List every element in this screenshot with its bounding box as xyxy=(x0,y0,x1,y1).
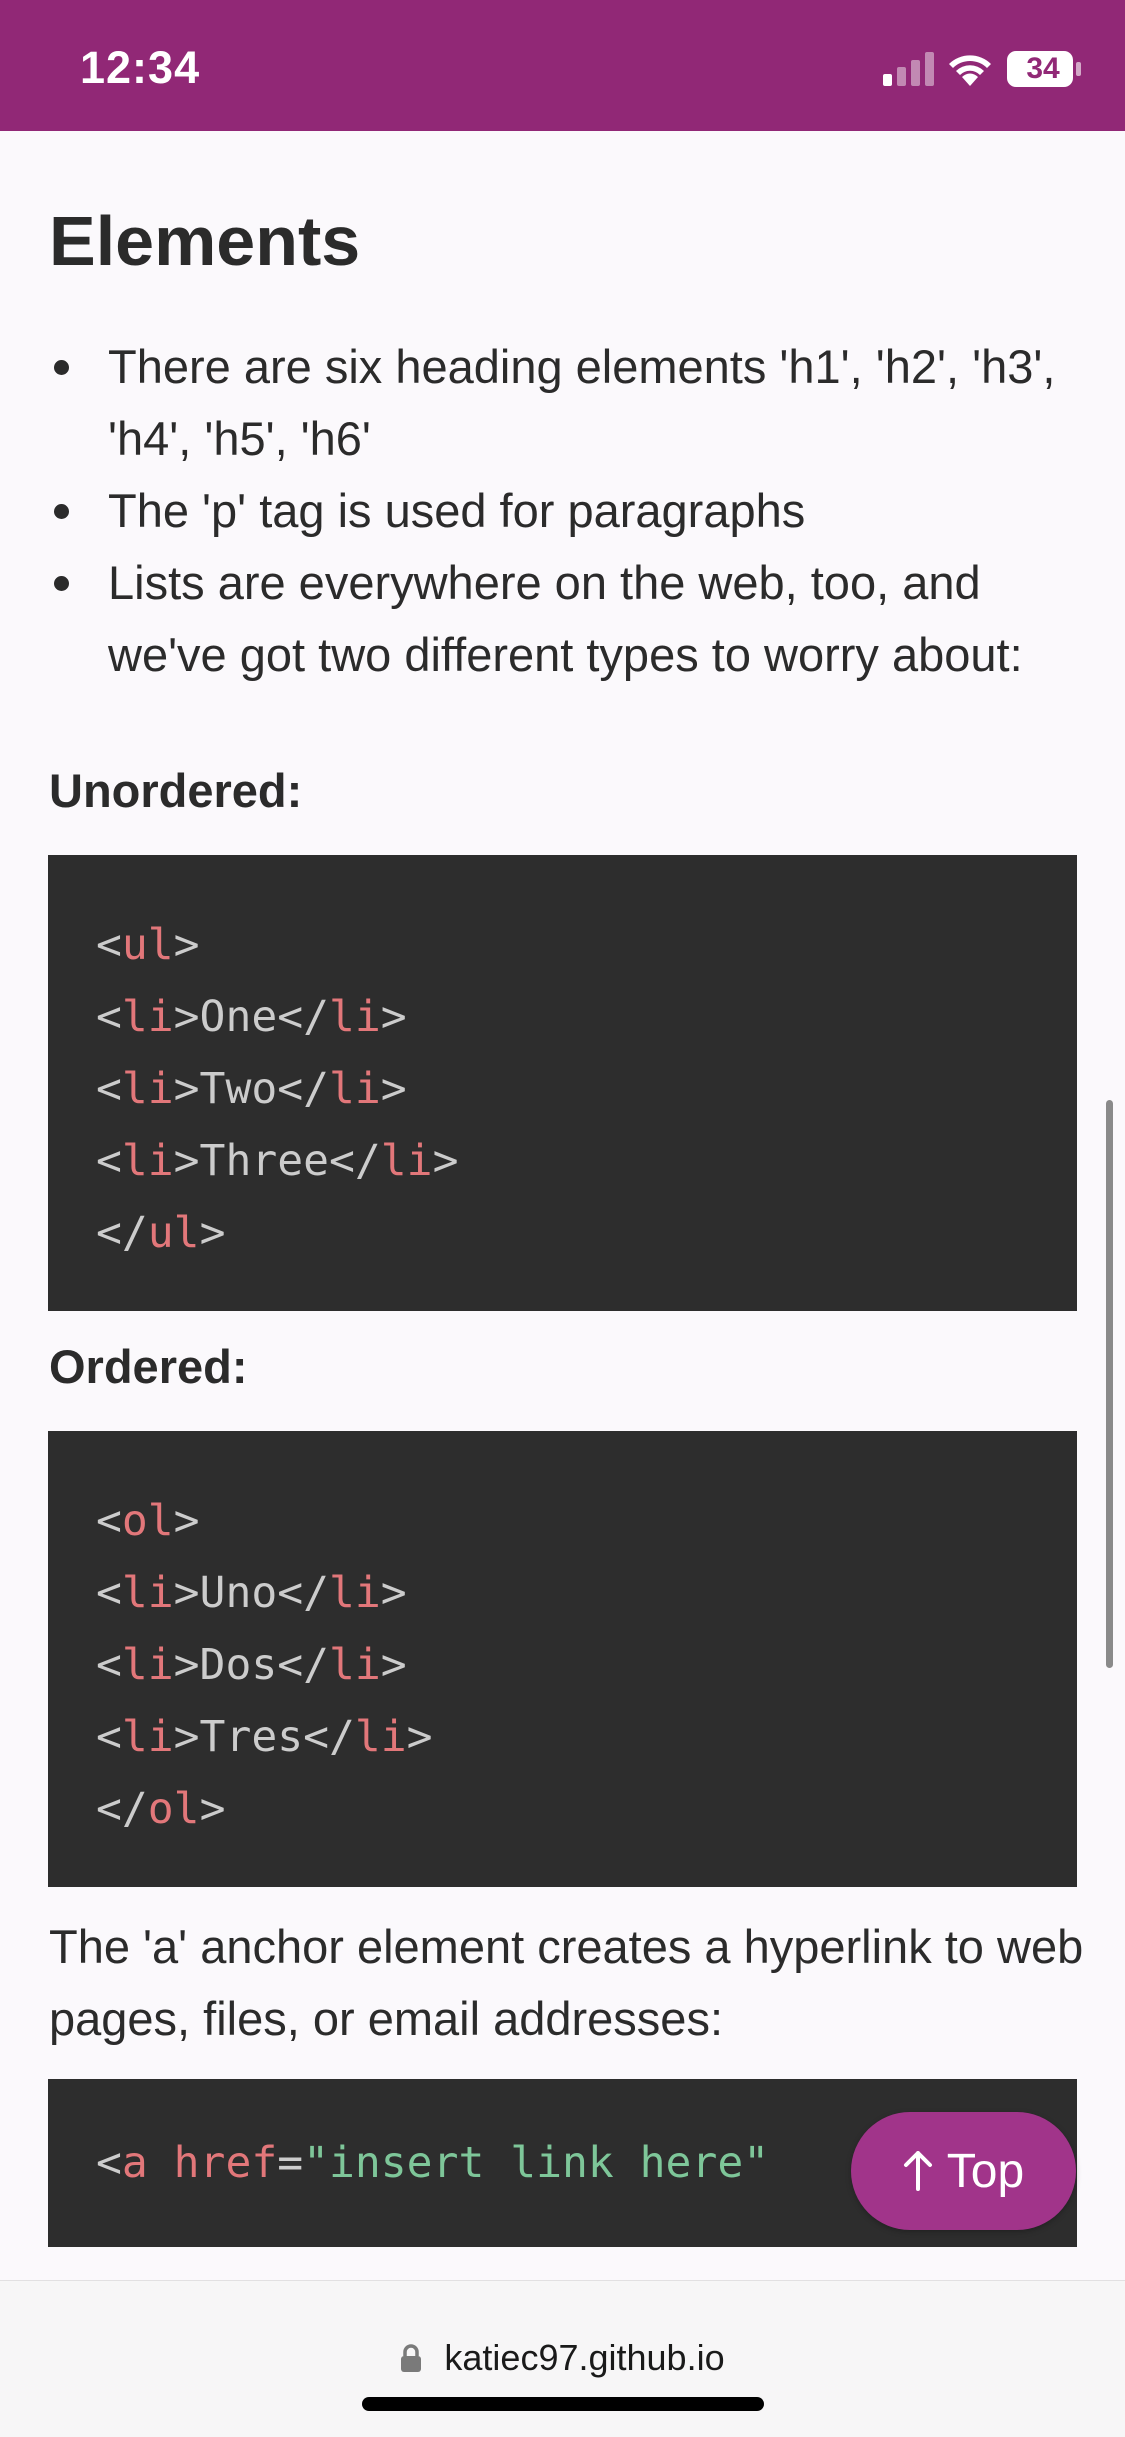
code-line: <ul> xyxy=(96,920,200,970)
signal-icon xyxy=(883,52,934,86)
unordered-code-block: <ul> <li>One</li> <li>Two</li> <li>Three… xyxy=(48,855,1077,1311)
wifi-icon xyxy=(949,55,991,86)
scrollbar-thumb[interactable] xyxy=(1106,1100,1113,1668)
address-bar[interactable]: katiec97.github.io xyxy=(0,2337,1125,2379)
url-text: katiec97.github.io xyxy=(444,2337,725,2378)
unordered-label: Unordered: xyxy=(49,764,303,817)
list-item-text: There are six heading elements 'h1', 'h2… xyxy=(108,340,1056,465)
browser-bar: katiec97.github.io xyxy=(0,2280,1125,2437)
code-line: <li>Three</li> xyxy=(96,1136,459,1186)
back-to-top-label: Top xyxy=(946,2144,1025,2198)
list-item: There are six heading elements 'h1', 'h2… xyxy=(0,331,1125,475)
code-line: <li>Tres</li> xyxy=(96,1712,433,1762)
list-item-text: Lists are everywhere on the web, too, an… xyxy=(108,556,1023,681)
back-to-top-button[interactable]: Top xyxy=(851,2112,1076,2230)
bullet-dot xyxy=(54,576,69,591)
bullet-dot xyxy=(54,504,69,519)
anchor-paragraph: The 'a' anchor element creates a hyperli… xyxy=(49,1920,1084,2045)
home-indicator[interactable] xyxy=(362,2397,764,2411)
bullet-list: There are six heading elements 'h1', 'h2… xyxy=(0,331,1125,691)
arrow-up-icon xyxy=(903,2151,932,2191)
code-line: <li>One</li> xyxy=(96,992,407,1042)
lock-icon xyxy=(401,2344,422,2372)
code-line: </ul> xyxy=(96,1208,226,1258)
status-bar: 12:34 34 xyxy=(0,0,1125,131)
ordered-code-block: <ol> <li>Uno</li> <li>Dos</li> <li>Tres<… xyxy=(48,1431,1077,1887)
code-line: <ol> xyxy=(96,1496,200,1546)
page-title: Elements xyxy=(49,202,361,280)
battery-level: 34 xyxy=(1026,52,1060,85)
list-item: Lists are everywhere on the web, too, an… xyxy=(0,547,1125,691)
bullet-dot xyxy=(54,360,69,375)
code-line: <li>Dos</li> xyxy=(96,1640,407,1690)
code-line: <li>Uno</li> xyxy=(96,1568,407,1618)
list-item: The 'p' tag is used for paragraphs xyxy=(0,475,1125,547)
code-line: <li>Two</li> xyxy=(96,1064,407,1114)
status-icons: 34 xyxy=(883,50,1125,90)
code-line: </ol> xyxy=(96,1784,226,1834)
list-item-text: The 'p' tag is used for paragraphs xyxy=(108,484,806,537)
ordered-label: Ordered: xyxy=(49,1340,248,1393)
status-time: 12:34 xyxy=(80,42,201,93)
